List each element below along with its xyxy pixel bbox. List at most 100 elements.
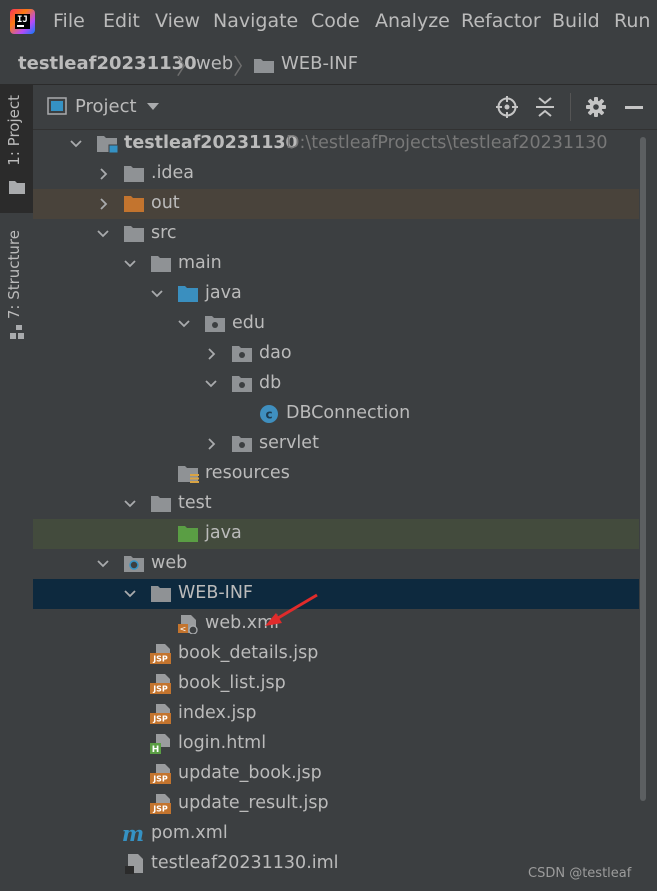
chevron-down-icon[interactable] xyxy=(123,579,137,609)
tree-row[interactable]: testleaf20231130 D:\testleafProjects\test… xyxy=(33,129,639,159)
project-tool-tab[interactable]: 1: Project xyxy=(0,85,33,213)
intellij-idea-logo: IJ xyxy=(10,9,35,34)
svg-text:JSP: JSP xyxy=(152,685,168,694)
structure-tab-label: 7: Structure xyxy=(5,230,23,320)
tree-row[interactable]: JSP update_book.jsp xyxy=(33,759,639,789)
package-icon xyxy=(232,376,252,392)
toolbar-divider xyxy=(570,93,571,121)
svg-text:c: c xyxy=(265,408,272,422)
html-file-icon: H xyxy=(150,734,170,754)
tree-row[interactable]: Hlogin.html xyxy=(33,729,639,759)
svg-text:<: < xyxy=(180,625,187,634)
menu-file[interactable]: File xyxy=(53,10,85,32)
tree-item-label: java xyxy=(205,523,242,543)
tree-row[interactable]: java xyxy=(33,279,639,309)
excluded-folder-icon xyxy=(124,196,144,212)
resources-folder-icon xyxy=(178,466,199,483)
breadcrumb-separator: 〉 xyxy=(176,55,199,80)
source-root-folder-icon xyxy=(178,286,198,302)
breadcrumb: testleaf20231130 〉 web 〉 WEB-INF xyxy=(0,44,657,85)
chevron-right-icon[interactable] xyxy=(204,429,218,459)
project-view-selector[interactable]: Project xyxy=(75,96,137,117)
tree-item-label: book_details.jsp xyxy=(178,643,319,663)
tree-row[interactable]: resources xyxy=(33,459,639,489)
chevron-right-icon[interactable] xyxy=(96,159,110,189)
svg-text:JSP: JSP xyxy=(152,655,168,664)
tree-item-label: update_book.jsp xyxy=(178,763,322,783)
tree-row[interactable]: JSP book_list.jsp xyxy=(33,669,639,699)
chevron-down-icon[interactable] xyxy=(147,103,159,111)
svg-text:JSP: JSP xyxy=(152,805,168,814)
chevron-down-icon[interactable] xyxy=(204,369,218,399)
tree-row[interactable]: < web.xml xyxy=(33,609,639,639)
package-icon xyxy=(232,436,252,452)
menu-edit[interactable]: Edit xyxy=(103,10,140,32)
tree-item-label: main xyxy=(178,253,222,273)
structure-tool-tab[interactable]: 7: Structure xyxy=(0,220,33,350)
breadcrumb-web[interactable]: web xyxy=(196,53,233,74)
svg-text:m: m xyxy=(123,824,144,844)
jsp-file-icon: JSP xyxy=(150,764,171,784)
jsp-file-icon: JSP xyxy=(150,704,171,724)
tree-row[interactable]: out xyxy=(33,189,639,219)
chevron-down-icon[interactable] xyxy=(150,279,164,309)
folder-icon xyxy=(9,181,25,194)
project-panel: Project testleaf20231130 D:\testleafProj… xyxy=(33,85,657,891)
menu-navigate[interactable]: Navigate xyxy=(213,10,298,32)
locate-file-icon[interactable] xyxy=(495,95,519,119)
menu-refactor[interactable]: Refactor xyxy=(461,10,541,32)
chevron-down-icon[interactable] xyxy=(96,219,110,249)
tree-row[interactable]: JSP index.jsp xyxy=(33,699,639,729)
tree-row[interactable]: servlet xyxy=(33,429,639,459)
tree-row[interactable]: src xyxy=(33,219,639,249)
folder-icon xyxy=(124,226,144,242)
svg-text:JSP: JSP xyxy=(152,715,168,724)
breadcrumb-project[interactable]: testleaf20231130 xyxy=(18,53,197,74)
menu-view[interactable]: View xyxy=(155,10,200,32)
chevron-right-icon[interactable] xyxy=(204,339,218,369)
tree-item-label: testleaf20231130.iml xyxy=(151,853,339,873)
tree-row[interactable]: test xyxy=(33,489,639,519)
web-xml-file-icon: < xyxy=(178,615,198,634)
hide-panel-icon[interactable] xyxy=(622,95,646,119)
tree-row[interactable]: m pom.xml xyxy=(33,819,639,849)
breadcrumb-web-inf[interactable]: WEB-INF xyxy=(281,53,358,74)
tree-item-label: servlet xyxy=(259,433,319,453)
chevron-down-icon[interactable] xyxy=(177,309,191,339)
menu-run[interactable]: Run xyxy=(614,10,650,32)
tree-row[interactable]: .idea xyxy=(33,159,639,189)
tree-row[interactable]: java xyxy=(33,519,639,549)
chevron-down-icon[interactable] xyxy=(123,489,137,519)
tree-item-label: .idea xyxy=(151,163,195,183)
collapse-all-icon[interactable] xyxy=(533,95,557,119)
folder-icon xyxy=(124,166,144,182)
tree-row[interactable]: db xyxy=(33,369,639,399)
project-panel-toolbar: Project xyxy=(33,85,657,130)
tree-row[interactable]: main xyxy=(33,249,639,279)
tree-row[interactable]: JSP update_result.jsp xyxy=(33,789,639,819)
tree-row[interactable]: web xyxy=(33,549,639,579)
tree-item-label: testleaf20231130 xyxy=(124,133,298,153)
chevron-right-icon[interactable] xyxy=(96,189,110,219)
tree-row[interactable]: JSP book_details.jsp xyxy=(33,639,639,669)
structure-icon xyxy=(10,325,24,339)
tree-row[interactable]: WEB-INF xyxy=(33,579,639,609)
menu-build[interactable]: Build xyxy=(552,10,600,32)
tree-row[interactable]: edu xyxy=(33,309,639,339)
menu-code[interactable]: Code xyxy=(311,10,360,32)
tree-item-path: D:\testleafProjects\testleaf20231130 xyxy=(286,133,608,153)
svg-text:H: H xyxy=(152,745,160,754)
folder-icon xyxy=(151,496,171,512)
project-view-icon xyxy=(47,97,67,115)
tree-row[interactable]: c DBConnection xyxy=(33,399,639,429)
tree-item-label: login.html xyxy=(178,733,267,753)
chevron-down-icon[interactable] xyxy=(69,129,83,159)
tree-row[interactable]: dao xyxy=(33,339,639,369)
folder-icon xyxy=(254,59,274,73)
menu-analyze[interactable]: Analyze xyxy=(375,10,450,32)
chevron-down-icon[interactable] xyxy=(96,549,110,579)
vertical-scrollbar[interactable] xyxy=(640,137,646,801)
gear-icon[interactable] xyxy=(584,95,608,119)
chevron-down-icon[interactable] xyxy=(123,249,137,279)
jsp-file-icon: JSP xyxy=(150,794,171,814)
